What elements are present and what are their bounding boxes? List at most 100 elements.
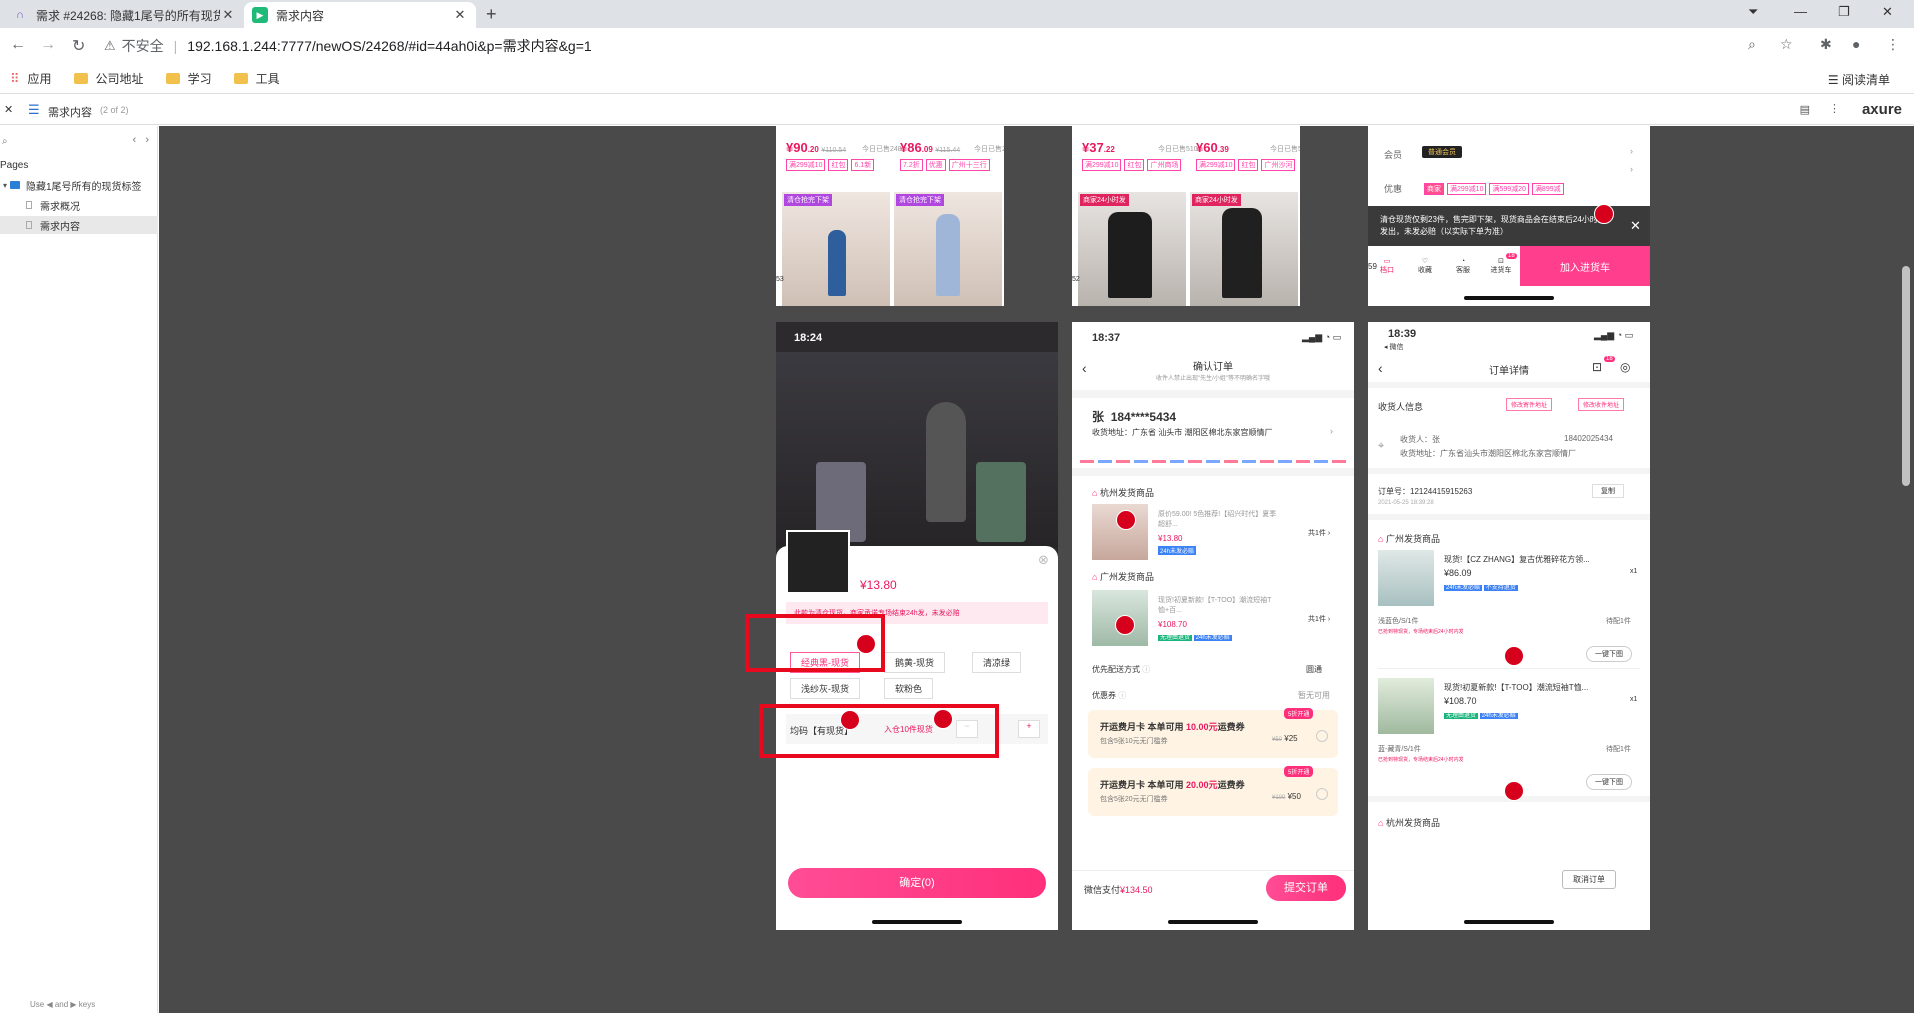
item-count[interactable]: 共1件 › [1308,528,1330,538]
sold-count: 今日已售510 [1158,146,1198,153]
document-icon[interactable]: ▤ [1800,103,1810,116]
tab-requirement[interactable]: ∩ 需求 #24268: 隐藏1尾号的所有现货标签 ✕ [4,2,244,28]
annotation-marker[interactable] [1594,204,1614,224]
color-option[interactable]: 软粉色 [884,678,934,699]
bookmark-folder[interactable]: 工具 [233,70,280,87]
close-icon[interactable]: ✕ [1630,218,1641,234]
forward-icon[interactable]: → [40,36,56,54]
envelope-stripe [1080,460,1346,463]
more-menu-icon[interactable]: ⋮ [1886,36,1900,53]
annotation-marker[interactable] [1504,781,1524,801]
annotation-marker[interactable] [1115,615,1135,635]
restore-button[interactable]: ❐ [1838,4,1850,20]
radio-button[interactable] [1316,730,1328,742]
chevron-right-icon[interactable]: › [1630,146,1633,156]
cart-button[interactable]: ⊡ 进货车 18 [1482,253,1520,275]
modify-send-address-button[interactable]: 修改寄件地址 [1506,398,1553,411]
shipping-value[interactable]: 圆通 [1306,664,1322,675]
tree-page-selected[interactable]: 需求内容 [0,216,158,234]
favorite-button[interactable]: ♡ 收藏 [1406,257,1444,275]
close-icon[interactable]: ⊗ [1038,552,1049,568]
back-icon[interactable]: ← [10,36,26,54]
clearance-badge: 清仓抢完下架 [784,194,832,206]
minimize-button[interactable]: — [1794,4,1807,19]
chevron-right-icon[interactable]: › [1630,164,1633,174]
sold-count: 今日已售248 [974,146,1004,153]
add-to-cart-button[interactable]: 加入进货车 [1520,246,1650,286]
annotation-marker[interactable] [856,634,876,654]
confirm-button[interactable]: 确定(0) [788,868,1046,898]
search-icon[interactable]: ⌕ [2,136,8,147]
divider [1368,514,1650,520]
chevron-down-icon[interactable]: ▾ [0,181,10,190]
color-option[interactable]: 鹅黄-现货 [884,652,945,673]
tag-row: 满299减10 红包 广州商场 [1082,159,1182,171]
download-images-button[interactable]: 一键下图 [1586,774,1632,790]
insecure-label: 不安全 [121,38,164,54]
bookmark-star-icon[interactable]: ☆ [1780,36,1793,53]
coupon-row[interactable]: 优惠券 ⓘ [1092,690,1126,701]
product-image[interactable]: 商家24小时发 [1078,192,1186,306]
page-nav-arrows[interactable]: ‹ › [133,134,150,146]
radio-button[interactable] [1316,788,1328,800]
cart-icon[interactable]: ⊡ [1592,360,1602,374]
home-indicator [872,920,962,924]
sold-count: 今日已售504 [1270,146,1300,153]
close-sitemap-icon[interactable]: ✕ [4,103,13,116]
warning-icon: ⚠ [104,38,116,53]
shipping-row[interactable]: 优先配送方式 ⓘ [1092,664,1150,675]
sitemap-menu-icon[interactable]: ☰ [28,102,40,118]
item-count[interactable]: 共1件 › [1308,614,1330,624]
reading-list[interactable]: ☰ 阅读清单 [1828,71,1890,88]
chevron-right-icon[interactable]: › [1330,426,1333,436]
tree-page[interactable]: 需求概况 [0,196,158,214]
vertical-scrollbar[interactable] [1902,266,1910,486]
color-option[interactable]: 清凉绿 [972,652,1022,673]
product-image[interactable]: 商家24小时发 [1190,192,1298,306]
url-text[interactable]: 192.168.1.244:7777/newOS/24268/#id=44ah0… [187,36,591,56]
download-images-button[interactable]: 一键下图 [1586,646,1632,662]
bookmark-apps[interactable]: ⠿ 应用 [10,70,52,87]
freight-card-2[interactable]: 开运费月卡 本单可用 20.00元运费券 包含5张20元无门槛券 5折开通 ¥1… [1088,766,1338,816]
zoom-icon[interactable]: ⌕ [1748,36,1756,53]
modify-recv-address-button[interactable]: 修改收件地址 [1578,398,1625,411]
close-icon[interactable]: ✕ [220,7,236,23]
copy-button[interactable]: 复制 [1592,484,1624,498]
annotation-marker[interactable] [840,710,860,730]
plus-button[interactable]: + [1018,720,1040,738]
close-icon[interactable]: ✕ [452,7,468,23]
more-icon[interactable]: ⋮ [1829,102,1840,115]
home-indicator [1464,920,1554,924]
axure-page-icon: ▶ [252,7,268,23]
card-subtitle: 包含5张20元无门槛券 [1100,796,1168,803]
account-icon[interactable]: ● [1852,36,1860,52]
annotation-marker[interactable] [1504,646,1524,666]
profile-dropdown-icon[interactable]: ⏷ [1748,4,1758,20]
submit-order-button[interactable]: 提交订单 [1266,875,1346,901]
freight-card-1[interactable]: 开运费月卡 本单可用 10.00元运费券 包含5张10元无门槛券 5折开通 ¥5… [1088,708,1338,758]
headset-icon[interactable]: ◎ [1620,360,1630,374]
service-button[interactable]: ◔ 客服 [1444,258,1482,275]
color-option[interactable]: 浅纱灰-现货 [790,678,860,699]
reload-icon[interactable]: ↻ [72,36,85,56]
axure-header: ✕ ☰ 需求内容 (2 of 2) ▤ ⋮ axure [0,95,1914,125]
close-window-button[interactable]: ✕ [1882,4,1893,20]
back-to-wechat[interactable]: ◂ 微信 [1384,342,1403,352]
new-tab-button[interactable]: + [486,4,497,25]
bookmark-folder[interactable]: 公司地址 [73,70,144,87]
product-image[interactable]: 清仓抢完下架 [782,192,890,306]
status-icons: ▂▄▆ ◔ ▭ [1594,330,1634,340]
extensions-icon[interactable]: ✱ [1820,36,1832,53]
annotation-marker[interactable] [933,709,953,729]
product-image[interactable]: 清仓抢完下架 [894,192,1002,306]
tree-folder[interactable]: ▾ 隐藏1尾号所有的现货标签 [0,176,158,194]
address-bar[interactable]: ⚠ 不安全 | 192.168.1.244:7777/newOS/24268/#… [104,32,1794,60]
group-header: ⌂ 广州发货商品 [1378,534,1440,544]
location-icon: ⌖ [1378,440,1385,452]
bookmark-folder[interactable]: 学习 [165,70,212,87]
discount-badge: 5折开通 [1284,708,1314,719]
annotation-marker[interactable] [1116,510,1136,530]
cancel-order-button[interactable]: 取消订单 [1562,870,1616,889]
tab-content[interactable]: ▶ 需求内容 ✕ [244,2,476,28]
index-number: 52 [1072,276,1080,283]
